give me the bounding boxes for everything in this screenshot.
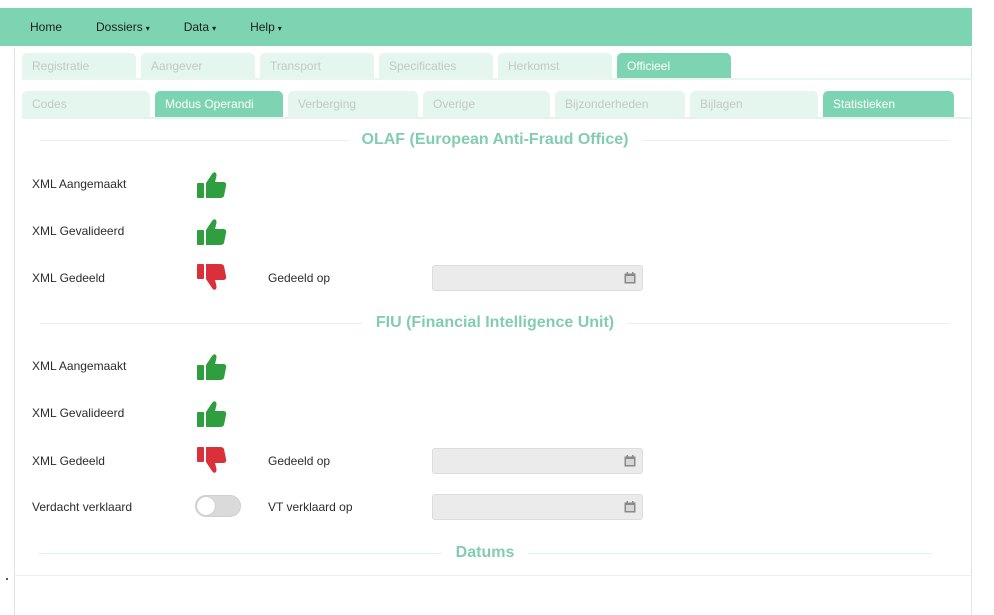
toggle-knob [197, 497, 215, 515]
verdacht-verklaard-toggle[interactable] [195, 495, 241, 517]
nav-home-label: Home [30, 20, 63, 34]
nav-help[interactable]: Help ▾ [250, 20, 282, 34]
tab-codes-label: Codes [32, 97, 67, 111]
tab-bijzonderheden[interactable]: Bijzonderheden [555, 91, 685, 117]
fiu-xml-aangemaakt-label: XML Aangemaakt [32, 359, 127, 373]
tab-aangever[interactable]: Aangever [141, 53, 255, 79]
divider [642, 139, 951, 141]
chevron-down-icon: ▾ [212, 24, 217, 33]
tab-overige[interactable]: Overige [423, 91, 550, 117]
section-header-fiu: FIU (Financial Intelligence Unit) [40, 314, 950, 332]
calendar-icon[interactable] [624, 455, 636, 467]
divider [40, 139, 348, 141]
tab-codes[interactable]: Codes [22, 91, 150, 117]
tab-herkomst-label: Herkomst [508, 59, 560, 73]
tab-officieel[interactable]: Officieel [617, 53, 731, 79]
olaf-xml-gedeeld-label: XML Gedeeld [32, 271, 105, 285]
fiu-gedeeld-op-input[interactable] [432, 448, 643, 474]
nav-home[interactable]: Home [30, 20, 62, 34]
tabs-secondary: Codes Modus Operandi Verberging Overige … [22, 91, 959, 117]
tab-transport-label: Transport [270, 59, 321, 73]
section-title: FIU (Financial Intelligence Unit) [375, 314, 615, 331]
thumbs-down-icon [197, 264, 227, 290]
tab-verberging-label: Verberging [298, 97, 357, 111]
section-title: Datums [455, 544, 515, 561]
nav-dossiers-label: Dossiers [96, 20, 143, 34]
fiu-gedeeld-op-label: Gedeeld op [268, 454, 331, 468]
tab-modus-operandi-label: Modus Operandi [165, 97, 254, 111]
fiu-xml-gevalideerd-label: XML Gevalideerd [32, 406, 125, 420]
vt-verklaard-op-label: VT verklaard op [268, 500, 353, 514]
tab-statistieken-label: Statistieken [833, 97, 896, 111]
chevron-down-icon: ▾ [145, 24, 150, 33]
thumbs-up-icon [197, 401, 227, 427]
divider [38, 552, 442, 554]
olaf-xml-aangemaakt-label: XML Aangemaakt [32, 177, 127, 191]
thumbs-up-icon [197, 219, 227, 245]
tab-transport[interactable]: Transport [260, 53, 374, 79]
tab-modus-operandi[interactable]: Modus Operandi [155, 91, 283, 117]
nav-dossiers[interactable]: Dossiers ▾ [96, 20, 150, 34]
tab-divider [22, 78, 972, 80]
tab-registratie[interactable]: Registratie [22, 53, 136, 79]
nav-help-label: Help [250, 20, 275, 34]
tab-herkomst[interactable]: Herkomst [498, 53, 612, 79]
tabs-primary: Registratie Aangever Transport Specifica… [22, 53, 736, 79]
tab-bijzonderheden-label: Bijzonderheden [565, 97, 649, 111]
chevron-down-icon: ▾ [277, 24, 282, 33]
thumbs-up-icon [197, 354, 227, 380]
divider [40, 322, 362, 324]
top-navbar: Home Dossiers ▾ Data ▾ Help ▾ [0, 8, 972, 46]
thumbs-up-icon [197, 172, 227, 198]
tab-statistieken[interactable]: Statistieken [823, 91, 954, 117]
olaf-xml-gevalideerd-label: XML Gevalideerd [32, 224, 125, 238]
calendar-icon[interactable] [624, 272, 636, 284]
vt-verklaard-op-input[interactable] [432, 494, 643, 520]
tab-verberging[interactable]: Verberging [288, 91, 418, 117]
olaf-gedeeld-op-input[interactable] [432, 265, 643, 291]
tab-overige-label: Overige [433, 97, 476, 111]
panel-bottom-border [14, 575, 972, 576]
tab-bijlagen-label: Bijlagen [700, 97, 743, 111]
thumbs-down-icon [197, 447, 227, 473]
verdacht-verklaard-label: Verdacht verklaard [32, 500, 133, 514]
divider [528, 552, 932, 554]
section-header-olaf: OLAF (European Anti-Fraud Office) [40, 131, 951, 149]
fiu-xml-gedeeld-label: XML Gedeeld [32, 454, 105, 468]
calendar-icon[interactable] [624, 501, 636, 513]
tab-specificaties-label: Specificaties [389, 59, 457, 73]
stray-dot [6, 578, 8, 580]
section-title: OLAF (European Anti-Fraud Office) [361, 131, 629, 148]
tab-bijlagen[interactable]: Bijlagen [690, 91, 818, 117]
nav-data-label: Data [183, 20, 210, 34]
tab-divider [22, 117, 972, 119]
section-header-datums: Datums [38, 544, 932, 562]
nav-data[interactable]: Data ▾ [184, 20, 216, 34]
tab-registratie-label: Registratie [32, 59, 90, 73]
divider [628, 322, 950, 324]
tab-specificaties[interactable]: Specificaties [379, 53, 493, 79]
tab-aangever-label: Aangever [151, 59, 203, 73]
olaf-gedeeld-op-label: Gedeeld op [268, 271, 331, 285]
tab-officieel-label: Officieel [627, 59, 671, 73]
